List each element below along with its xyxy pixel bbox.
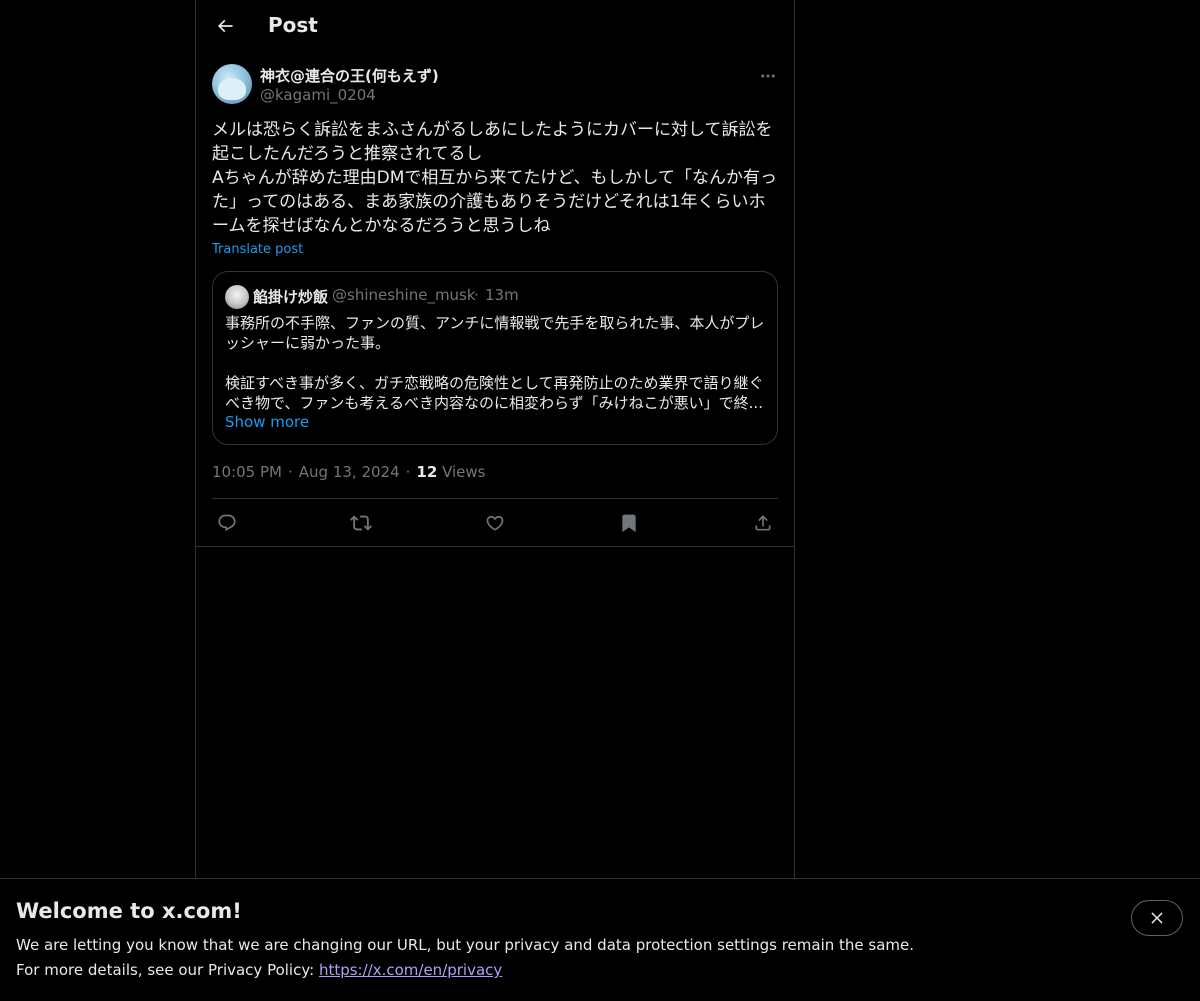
banner-privacy-prefix: For more details, see our Privacy Policy… [16,961,319,979]
more-icon [761,74,775,78]
more-options-button[interactable] [758,66,778,86]
heart-icon [486,515,504,531]
reply-icon [218,514,236,532]
banner-message: We are letting you know that we are chan… [16,936,915,954]
close-icon [1151,912,1163,924]
show-more-link[interactable]: Show more [225,413,309,431]
page-header: Post [196,0,794,53]
quoted-post[interactable]: 餡掛け炒飯 @shineshine_musk · 13m 事務所の不手際、ファン… [212,271,778,445]
reply-button[interactable] [215,511,239,535]
repost-icon [350,515,372,531]
main-column: Post 神衣@連合の王(何もえず) @kagami_0204 メルは恐らく訴訟… [195,0,795,1000]
action-bar [212,498,778,547]
quote-author-name: 餡掛け炒飯 [253,288,329,306]
banner-privacy-line: For more details, see our Privacy Policy… [16,961,502,979]
banner-title: Welcome to x.com! [16,899,242,923]
author-display-name[interactable]: 神衣@連合の王(何もえず) [260,65,439,86]
post-date[interactable]: Aug 13, 2024 [299,463,400,481]
quote-separator: · [474,286,479,304]
author-handle[interactable]: @kagami_0204 [260,86,376,104]
welcome-banner: Welcome to x.com! We are letting you kno… [0,878,1200,1001]
share-icon [755,515,771,531]
translate-post-link[interactable]: Translate post [212,242,303,257]
arrow-left-icon [217,19,233,33]
meta-separator: · [287,463,293,481]
meta-separator: · [405,463,411,481]
quote-timestamp: 13m [485,286,519,304]
banner-close-button[interactable] [1131,900,1183,936]
bookmark-button[interactable] [617,511,641,535]
share-button[interactable] [751,511,775,535]
bookmark-icon [622,514,636,533]
repost-button[interactable] [349,511,373,535]
like-button[interactable] [483,511,507,535]
post-text: メルは恐らく訴訟をまふさんがるしあにしたようにカバーに対して訴訟を 起こしたんだ… [212,120,778,236]
quote-author-handle: @shineshine_musk [332,286,476,304]
quote-author-avatar [225,285,249,309]
post-time[interactable]: 10:05 PM [212,463,282,481]
privacy-policy-link[interactable]: https://x.com/en/privacy [319,961,502,979]
page-title: Post [268,13,318,37]
author-avatar[interactable] [212,64,252,104]
views-label: Views [442,463,486,481]
back-button[interactable] [208,9,242,43]
post-divider [196,546,794,547]
quote-text: 事務所の不手際、ファンの質、アンチに情報戦で先手を取られた事、本人がプレ ッシャ… [225,314,765,412]
post-meta: 10:05 PM · Aug 13, 2024 · 12 Views [212,463,485,481]
views-count: 12 [416,463,438,481]
